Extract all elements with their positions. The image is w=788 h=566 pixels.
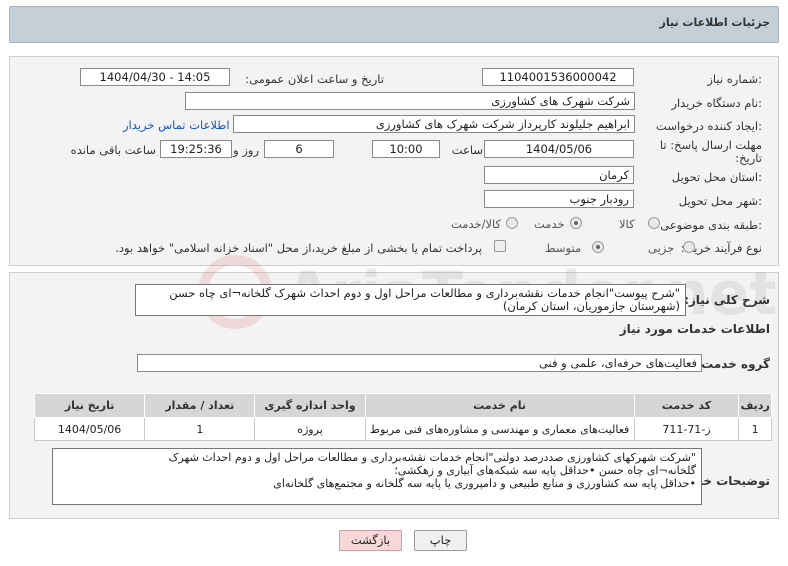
cell-service-code: ز-71-711 xyxy=(633,417,740,441)
col-quantity: تعداد / مقدار xyxy=(144,393,256,418)
category-label: طبقه بندی موضوعی: xyxy=(660,218,762,232)
process-radio-medium[interactable] xyxy=(592,241,604,253)
process-minor-label: جزیی xyxy=(648,241,675,255)
cell-need-date: 1404/05/06 xyxy=(33,417,146,441)
announce-datetime-label: تاریخ و ساعت اعلان عمومی: xyxy=(245,72,384,86)
table-header-row: ردیف کد خدمت نام خدمت واحد اندازه گیری ت… xyxy=(33,393,772,418)
need-number-label: شماره نیاز: xyxy=(707,72,762,86)
buyer-notes-textarea[interactable]: "شرکت شهرکهای کشاورزی صددرصد دولتی"انجام… xyxy=(52,448,702,505)
page-title: جزئیات اطلاعات نیاز xyxy=(659,16,771,29)
service-group-field: فعالیت‌های حرفه‌ای، علمی و فنی xyxy=(137,354,702,372)
remaining-time-field: 19:25:36 xyxy=(160,140,232,158)
buyer-org-label: نام دستگاه خریدار: xyxy=(671,96,762,110)
city-label: شهر محل تحویل: xyxy=(678,194,762,208)
cell-service-name: فعالیت‌های معماری و مهندسی و مشاوره‌های … xyxy=(364,417,635,441)
category-service-label: خدمت xyxy=(534,217,565,231)
category-radio-goods[interactable] xyxy=(648,217,660,229)
deadline-time-field: 10:00 xyxy=(372,140,440,158)
buyer-org-field: شرکت شهرک های کشاورزی xyxy=(185,92,635,110)
summary-textarea[interactable]: "شرح پیوست"انجام خدمات نقشه‌برداری و مطا… xyxy=(135,284,686,316)
deadline-date-field: 1404/05/06 xyxy=(484,140,634,158)
col-unit: واحد اندازه گیری xyxy=(254,393,366,418)
need-details-panel xyxy=(9,56,779,266)
need-number-field: 1104001536000042 xyxy=(482,68,634,86)
deadline-label: مهلت ارسال پاسخ: تا xyxy=(659,138,762,152)
col-service-name: نام خدمت xyxy=(364,393,635,418)
col-service-code: کد خدمت xyxy=(633,393,740,418)
col-need-date: تاریخ نیاز xyxy=(33,393,146,418)
city-field: رودبار جنوب xyxy=(484,190,634,208)
buyer-contact-link[interactable]: اطلاعات تماس خریدار xyxy=(123,118,230,132)
announce-datetime-field: 1404/04/30 - 14:05 xyxy=(80,68,230,86)
buyer-notes-line: گلخانه¬ای چاه حسن •حداقل پایه سه شبکه‌ها… xyxy=(394,464,696,477)
treasury-payment-checkbox[interactable] xyxy=(494,240,506,252)
treasury-payment-note: پرداخت تمام یا بخشی از مبلغ خرید،از محل … xyxy=(115,241,482,255)
category-goods-service-label: کالا/خدمت xyxy=(451,217,502,231)
remaining-days-label: روز و xyxy=(233,143,259,157)
province-label: استان محل تحویل: xyxy=(671,170,762,184)
service-group-label: گروه خدمت: xyxy=(696,357,770,371)
category-goods-label: کالا xyxy=(619,217,635,231)
cell-row-number: 1 xyxy=(738,417,772,441)
buyer-notes-line: •حداقل پایه سه کشاورزی و منابع طبیعی و د… xyxy=(273,477,696,490)
creator-field: ابراهیم جلیلوند کارپرداز شرکت شهرک های ک… xyxy=(233,115,635,133)
category-radio-service[interactable] xyxy=(570,217,582,229)
col-row-number: ردیف xyxy=(738,393,772,418)
buyer-notes-line: "شرکت شهرکهای کشاورزی صددرصد دولتی"انجام… xyxy=(168,451,696,464)
back-button[interactable]: بازگشت xyxy=(339,530,402,551)
creator-label: ایجاد کننده درخواست: xyxy=(656,119,762,133)
cell-unit: پروژه xyxy=(254,417,366,441)
services-section-title: اطلاعات خدمات مورد نیاز xyxy=(619,322,770,336)
process-medium-label: متوسط xyxy=(545,241,582,255)
category-radio-goods-service[interactable] xyxy=(506,217,518,229)
province-field: کرمان xyxy=(484,166,634,184)
remaining-time-label: ساعت باقی مانده xyxy=(70,143,156,157)
table-row[interactable]: 1 ز-71-711 فعالیت‌های معماری و مهندسی و … xyxy=(33,417,772,441)
deadline-date-label: تاریخ: xyxy=(735,151,762,165)
print-button[interactable]: چاپ xyxy=(414,530,467,551)
process-radio-minor[interactable] xyxy=(683,241,695,253)
deadline-time-label: ساعت xyxy=(451,143,483,157)
services-table: ردیف کد خدمت نام خدمت واحد اندازه گیری ت… xyxy=(33,393,772,441)
cell-quantity: 1 xyxy=(144,417,256,441)
summary-label: شرح کلی نیاز: xyxy=(684,293,770,307)
remaining-days-field: 6 xyxy=(264,140,334,158)
